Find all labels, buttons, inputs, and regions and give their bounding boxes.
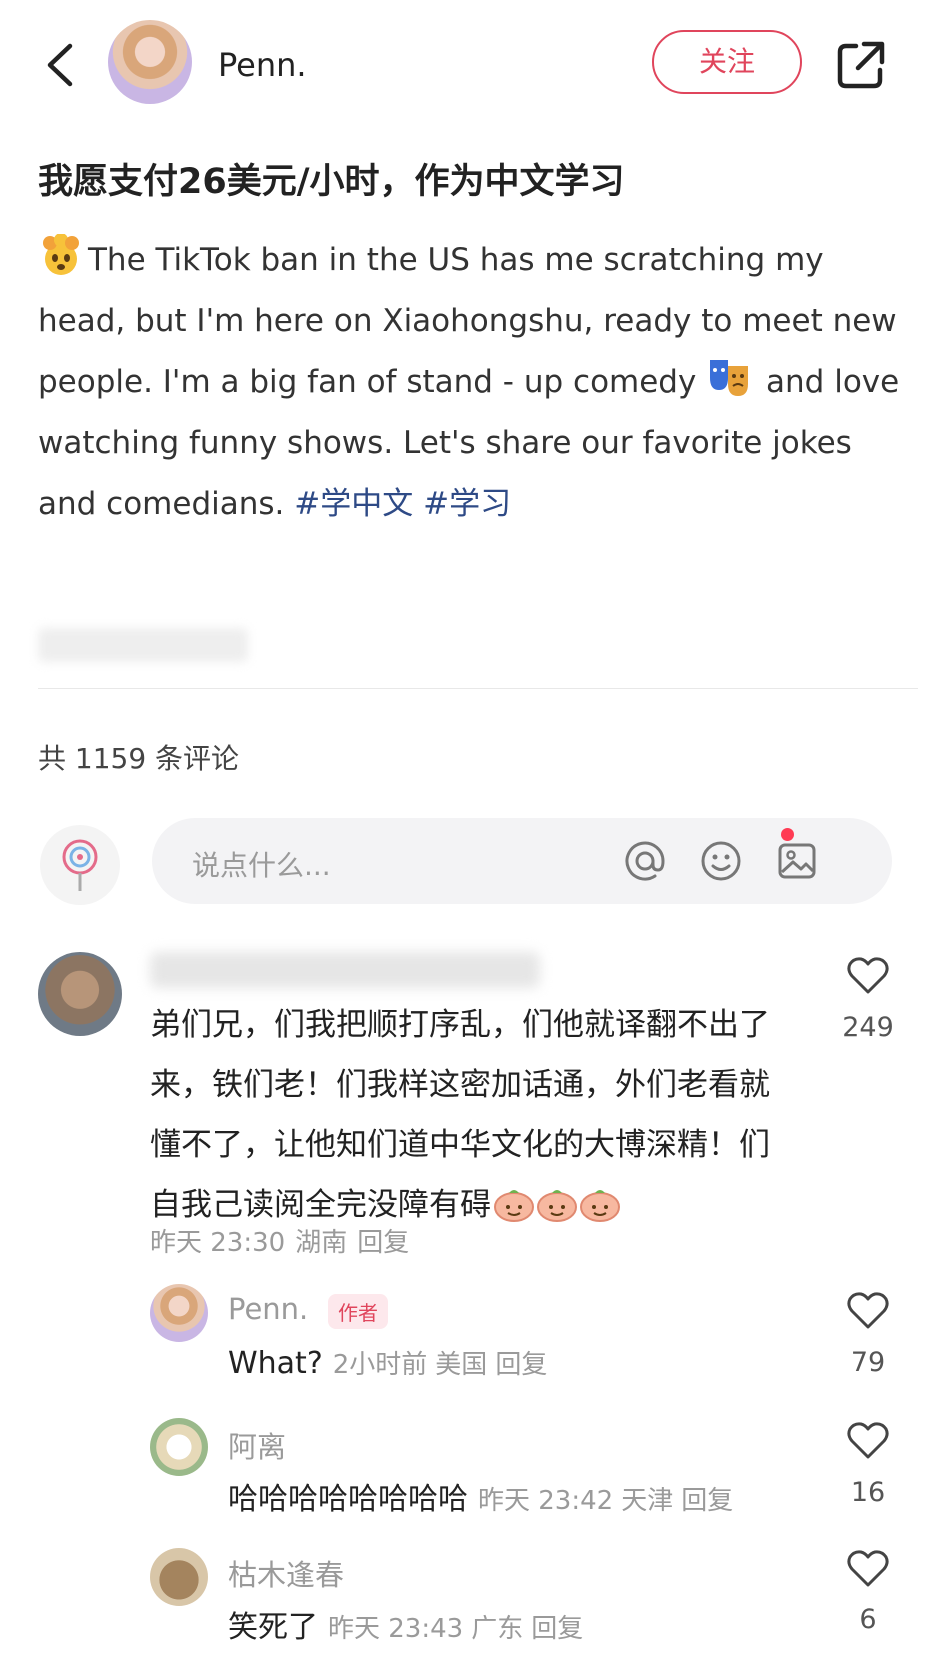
reply-location: 广东: [471, 1614, 524, 1644]
like-heart-icon[interactable]: [846, 955, 890, 995]
comment-input-placeholder: 说点什么...: [192, 849, 331, 882]
reply-meta: 昨天 23:43 广东 回复: [328, 1614, 591, 1644]
like-count: 6: [859, 1604, 877, 1635]
reply-button[interactable]: 回复: [357, 1228, 409, 1258]
back-arrow-icon[interactable]: [40, 40, 80, 90]
reply-text: What?: [228, 1346, 323, 1381]
share-icon[interactable]: [834, 38, 888, 92]
reply-time: 昨天 23:43: [328, 1614, 464, 1644]
post-title: 我愿支付26美元/小时，作为中文学习: [38, 162, 625, 202]
hashtag-link[interactable]: #学中文: [294, 486, 413, 522]
comment-text-body: 弟们兄，们我把顺打序乱，们他就译翻不出了来，铁们老！们我样这密加话通，外们老看就…: [150, 1007, 770, 1223]
reply-author-name[interactable]: Penn.: [228, 1292, 308, 1326]
post-date-blurred: [38, 628, 248, 662]
reply-avatar[interactable]: [150, 1418, 208, 1476]
reply-time: 昨天 23:42: [478, 1486, 614, 1516]
lollipop-avatar-icon: [62, 839, 98, 891]
reply-author-name[interactable]: 阿离: [228, 1424, 286, 1466]
like-heart-icon[interactable]: [846, 1290, 890, 1330]
reply-button[interactable]: 回复: [681, 1486, 733, 1516]
reply-button[interactable]: 回复: [495, 1350, 547, 1380]
commenter-avatar[interactable]: [38, 952, 122, 1036]
reply-text: 哈哈哈哈哈哈哈哈: [228, 1482, 468, 1517]
reply-button[interactable]: 回复: [531, 1614, 583, 1644]
like-heart-icon[interactable]: [846, 1548, 890, 1588]
top-bar: Penn. 关注: [0, 0, 930, 130]
follow-button[interactable]: 关注: [652, 30, 802, 94]
like-count: 249: [842, 1012, 894, 1043]
emoji-icon[interactable]: [696, 836, 746, 886]
post-body: The TikTok ban in the US has me scratchi…: [38, 230, 908, 535]
peach-emoji-icon: [494, 1190, 620, 1222]
reply-location: 天津: [621, 1486, 674, 1516]
reply-time: 2小时前: [332, 1350, 428, 1380]
image-icon[interactable]: [772, 836, 822, 886]
hashtag-link[interactable]: #学习: [423, 486, 511, 522]
author-avatar[interactable]: [108, 20, 192, 104]
reply-location: 美国: [435, 1350, 488, 1380]
author-badge: 作者: [328, 1294, 388, 1329]
commenter-name-blurred[interactable]: [150, 952, 540, 988]
comment-time: 昨天 23:30: [150, 1228, 286, 1258]
reply-row: 哈哈哈哈哈哈哈哈 昨天 23:42 天津 回复: [228, 1474, 741, 1518]
mention-icon[interactable]: [620, 836, 670, 886]
like-count: 16: [850, 1477, 886, 1508]
comment-meta: 昨天 23:30 湖南 回复: [150, 1222, 419, 1259]
reply-meta: 2小时前 美国 回复: [333, 1350, 556, 1380]
comment-count: 共 1159 条评论: [38, 742, 240, 775]
reply-avatar[interactable]: [150, 1284, 208, 1342]
divider: [38, 688, 918, 689]
comment-text: 弟们兄，们我把顺打序乱，们他就译翻不出了来，铁们老！们我样这密加话通，外们老看就…: [150, 995, 800, 1235]
reply-author-name[interactable]: 枯木逢春: [228, 1552, 344, 1594]
reply-text: 笑死了: [228, 1610, 318, 1645]
theater-masks-emoji-icon: [710, 360, 749, 396]
reply-meta: 昨天 23:42 天津 回复: [478, 1486, 741, 1516]
author-name[interactable]: Penn.: [218, 46, 307, 84]
reply-row: 笑死了 昨天 23:43 广东 回复: [228, 1602, 591, 1646]
like-heart-icon[interactable]: [846, 1420, 890, 1460]
comment-location: 湖南: [295, 1228, 348, 1258]
my-avatar[interactable]: [40, 825, 120, 905]
exploding-head-emoji-icon: [43, 234, 79, 275]
comment-input[interactable]: 说点什么...: [152, 818, 892, 904]
reply-avatar[interactable]: [150, 1548, 208, 1606]
like-count: 79: [850, 1347, 886, 1378]
reply-row: What? 2小时前 美国 回复: [228, 1344, 555, 1381]
